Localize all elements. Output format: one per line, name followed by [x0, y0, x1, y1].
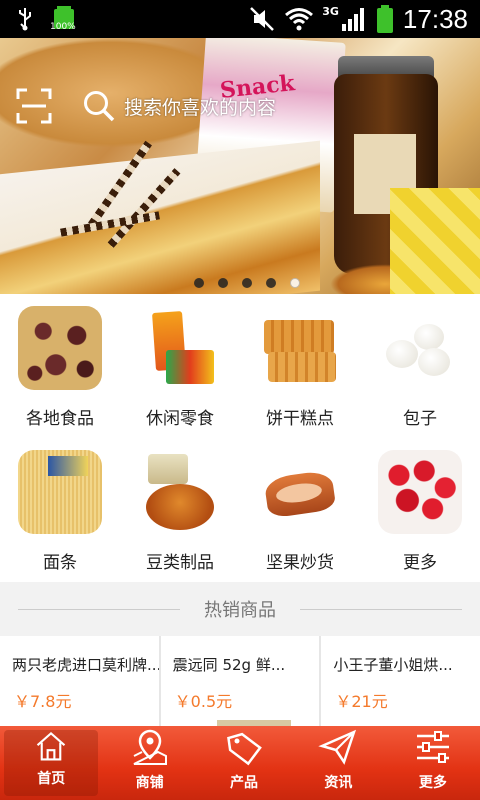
- tab-label: 更多: [418, 775, 447, 791]
- category-label: 包子: [403, 409, 437, 429]
- buns-image: [378, 306, 462, 390]
- battery-percent: 100%: [50, 22, 76, 32]
- category-biscuits[interactable]: 饼干糕点: [240, 294, 360, 438]
- sliders-icon: [416, 731, 449, 763]
- pagination-dot[interactable]: [266, 278, 276, 288]
- search-bar: 搜索你喜欢的内容: [16, 86, 316, 126]
- pagination-dot[interactable]: [242, 278, 252, 288]
- bean-products-image: [138, 450, 222, 534]
- product-name: 小王子董小姐烘...: [333, 656, 453, 674]
- category-grid: 各地食品 休闲零食 饼干糕点 包子 面条 豆类制品 坚果炒货 更多: [0, 294, 480, 582]
- banner-pagination: [0, 278, 480, 288]
- tab-news[interactable]: 资讯: [291, 726, 385, 800]
- category-noodles[interactable]: 面条: [0, 438, 120, 582]
- category-snacks[interactable]: 休闲零食: [120, 294, 240, 438]
- product-price: ￥0.5元: [174, 692, 233, 711]
- network-type: 3G: [322, 4, 339, 18]
- home-icon: [37, 731, 66, 761]
- tab-more[interactable]: 更多: [386, 726, 480, 800]
- noodles-image: [18, 450, 102, 534]
- category-label: 更多: [403, 553, 437, 573]
- paper-plane-icon: [318, 729, 357, 765]
- sale-tag-icon: [227, 732, 262, 766]
- category-label: 面条: [43, 553, 77, 573]
- category-label: 饼干糕点: [266, 409, 334, 429]
- tab-label: 资讯: [324, 775, 353, 791]
- category-more[interactable]: 更多: [360, 438, 480, 582]
- pagination-dot-active[interactable]: [290, 278, 300, 288]
- product-price: ￥7.8元: [14, 692, 72, 711]
- category-nuts[interactable]: 坚果炒货: [240, 438, 360, 582]
- banner-cake: [0, 140, 320, 294]
- tab-home[interactable]: 首页: [4, 730, 99, 796]
- search-input[interactable]: 搜索你喜欢的内容: [82, 89, 276, 123]
- product-price: ￥21元: [335, 692, 388, 711]
- search-placeholder: 搜索你喜欢的内容: [124, 96, 277, 119]
- tab-label: 产品: [230, 775, 259, 791]
- battery-icon: [376, 5, 393, 33]
- product-card[interactable]: 两只老虎进口莫利牌... ￥7.8元: [0, 636, 159, 726]
- regional-food-image: [18, 306, 102, 390]
- category-label: 豆类制品: [146, 553, 214, 573]
- category-label: 坚果炒货: [266, 553, 334, 573]
- mute-icon: [250, 7, 275, 31]
- nuts-image: [258, 450, 342, 534]
- snacks-image: [138, 306, 222, 390]
- hot-products-header: 热销商品: [0, 582, 480, 636]
- scan-icon[interactable]: [16, 88, 52, 124]
- product-card[interactable]: 震远同 52g 鲜... ￥0.5元: [160, 636, 320, 726]
- more-image: [378, 450, 462, 534]
- tab-shops[interactable]: 商铺: [102, 726, 196, 800]
- pagination-dot[interactable]: [218, 278, 228, 288]
- category-label: 休闲零食: [146, 409, 214, 429]
- category-buns[interactable]: 包子: [360, 294, 480, 438]
- category-regional-food[interactable]: 各地食品: [0, 294, 120, 438]
- biscuits-image: [258, 306, 342, 390]
- status-bar: 100% 3G 17:38: [0, 0, 480, 38]
- search-icon: [84, 91, 115, 122]
- usb-icon: [19, 8, 31, 31]
- tab-label: 首页: [37, 771, 66, 787]
- map-pin-icon: [133, 729, 167, 765]
- tab-label: 商铺: [135, 775, 164, 791]
- hot-products-list: 两只老虎进口莫利牌... ￥7.8元 震远同 52g 鲜... ￥0.5元 小王…: [0, 636, 480, 726]
- category-bean-products[interactable]: 豆类制品: [120, 438, 240, 582]
- category-label: 各地食品: [26, 409, 94, 429]
- product-name: 两只老虎进口莫利牌...: [12, 656, 159, 674]
- clock: 17:38: [402, 3, 468, 34]
- promo-banner[interactable]: Snack: [0, 38, 480, 294]
- product-card[interactable]: 小王子董小姐烘... ￥21元: [321, 636, 480, 726]
- product-name: 震远同 52g 鲜...: [172, 656, 286, 674]
- tab-products[interactable]: 产品: [197, 726, 291, 800]
- wifi-icon: [285, 8, 314, 31]
- pagination-dot[interactable]: [194, 278, 204, 288]
- bottom-tab-bar: 首页 商铺 产品 资讯 更多: [0, 726, 480, 800]
- divider: [300, 609, 462, 610]
- signal-icon: [341, 8, 364, 31]
